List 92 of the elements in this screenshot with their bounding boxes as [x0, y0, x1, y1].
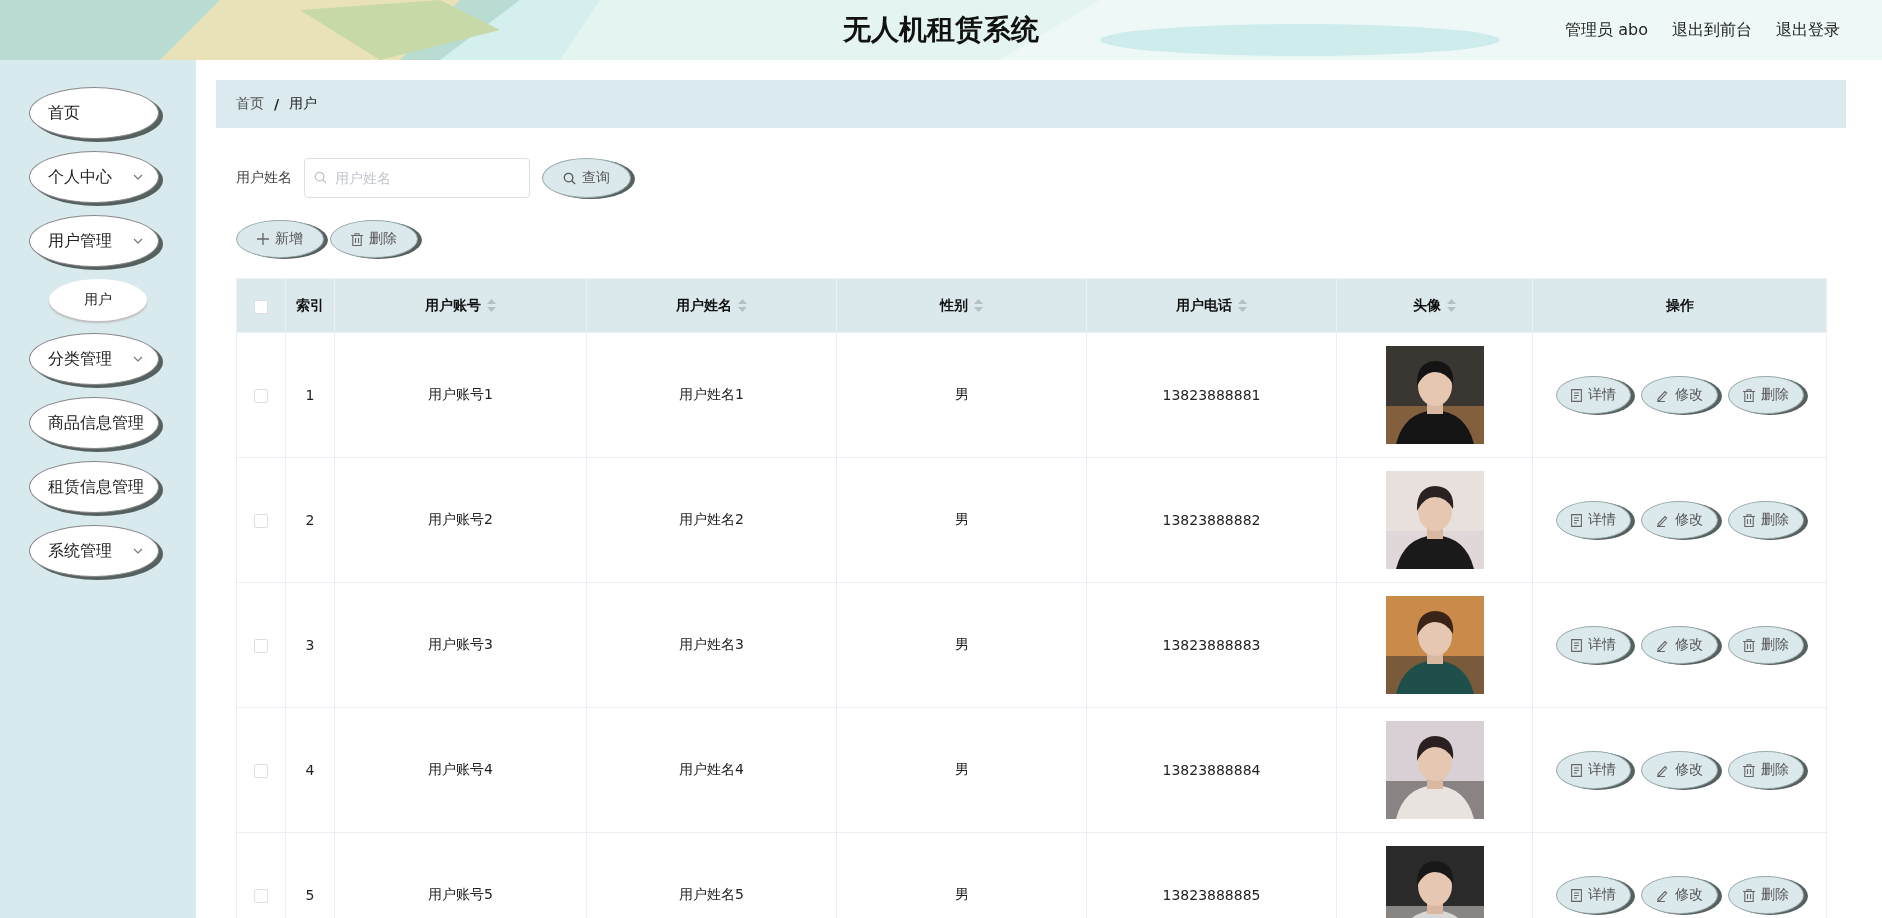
table-cell: 13823888881 — [1086, 332, 1337, 458]
column-header[interactable]: 用户账号 — [334, 278, 587, 333]
table-cell: 13823888884 — [1086, 707, 1337, 833]
sidebar-subitem[interactable]: 用户 — [49, 279, 147, 321]
header-link[interactable]: 退出登录 — [1776, 19, 1840, 41]
trash-icon — [1742, 638, 1755, 652]
column-header[interactable]: 用户姓名 — [586, 278, 837, 333]
pencil-icon — [1655, 888, 1669, 902]
sidebar-item[interactable]: 首页 — [29, 87, 159, 139]
trash-icon — [1742, 513, 1755, 527]
table-cell: 2 — [285, 457, 335, 583]
user-label: 管理员 abo — [1565, 19, 1648, 41]
edit-button[interactable]: 修改 — [1640, 626, 1718, 664]
sidebar-item[interactable]: 租赁信息管理 — [29, 461, 159, 513]
table-cell: 3 — [285, 582, 335, 708]
delete-button[interactable]: 删除 — [1727, 751, 1804, 789]
search-icon — [563, 171, 576, 185]
sort-icon[interactable] — [487, 299, 496, 312]
search-button[interactable]: 查询 — [542, 158, 631, 198]
column-header: 操作 — [1532, 278, 1827, 333]
trash-icon — [1742, 388, 1755, 402]
document-icon — [1570, 888, 1582, 902]
delete-button[interactable]: 删除 — [330, 220, 418, 258]
table-cell: 13823888882 — [1086, 457, 1337, 583]
edit-button[interactable]: 修改 — [1640, 876, 1718, 914]
edit-button[interactable]: 修改 — [1640, 376, 1718, 414]
table-cell: 男 — [836, 332, 1087, 458]
document-icon — [1570, 513, 1582, 527]
checkbox[interactable] — [254, 514, 268, 528]
plus-icon — [257, 233, 269, 245]
checkbox[interactable] — [254, 299, 268, 314]
table-cell: 1 — [285, 332, 335, 458]
sidebar-item[interactable]: 个人中心 — [29, 151, 159, 203]
table-cell: 用户账号3 — [334, 582, 587, 708]
details-button[interactable]: 详情 — [1555, 751, 1631, 789]
breadcrumb-separator: / — [274, 96, 280, 112]
details-button[interactable]: 详情 — [1555, 376, 1631, 414]
sidebar-item[interactable]: 分类管理 — [29, 333, 159, 385]
sidebar-item[interactable]: 商品信息管理 — [29, 397, 159, 449]
breadcrumb-item: 用户 — [289, 95, 318, 113]
table-cell: 用户姓名3 — [586, 582, 837, 708]
sort-icon[interactable] — [1447, 299, 1456, 312]
details-button[interactable]: 详情 — [1555, 501, 1631, 539]
pencil-icon — [1655, 763, 1669, 777]
header-link[interactable]: 退出到前台 — [1672, 19, 1752, 41]
table-cell: 4 — [285, 707, 335, 833]
trash-icon — [351, 232, 363, 246]
delete-button[interactable]: 删除 — [1727, 376, 1804, 414]
edit-button[interactable]: 修改 — [1640, 501, 1718, 539]
search-field[interactable]: 用户姓名 — [304, 158, 530, 198]
pencil-icon — [1655, 513, 1669, 527]
sort-icon[interactable] — [738, 299, 747, 312]
table-cell: 男 — [836, 582, 1087, 708]
pencil-icon — [1655, 388, 1669, 402]
sidebar-item[interactable]: 用户管理 — [29, 215, 159, 267]
details-button[interactable]: 详情 — [1555, 626, 1631, 664]
checkbox[interactable] — [254, 389, 268, 403]
trash-icon — [1742, 888, 1755, 902]
table-cell: 用户账号4 — [334, 707, 587, 833]
sort-icon[interactable] — [1238, 299, 1247, 312]
table-cell: 用户账号1 — [334, 332, 587, 458]
add-button[interactable]: 新增 — [236, 220, 324, 258]
checkbox[interactable] — [254, 764, 268, 778]
table-cell: 13823888883 — [1086, 582, 1337, 708]
table-cell: 用户账号2 — [334, 457, 587, 583]
column-header[interactable]: 性别 — [836, 278, 1087, 333]
field-label: 用户姓名 — [236, 169, 292, 187]
pencil-icon — [1655, 638, 1669, 652]
column-header[interactable]: 头像 — [1336, 278, 1533, 333]
column-header: 索引 — [285, 278, 335, 333]
delete-button[interactable]: 删除 — [1727, 501, 1804, 539]
sort-icon[interactable] — [974, 299, 983, 312]
sidebar-item[interactable]: 系统管理 — [29, 525, 159, 577]
checkbox[interactable] — [254, 889, 268, 903]
edit-button[interactable]: 修改 — [1640, 751, 1718, 789]
table-cell: 用户姓名4 — [586, 707, 837, 833]
table-cell: 男 — [836, 707, 1087, 833]
search-icon — [314, 171, 327, 184]
table-cell: 用户姓名1 — [586, 332, 837, 458]
checkbox[interactable] — [254, 639, 268, 653]
details-button[interactable]: 详情 — [1555, 876, 1631, 914]
column-header[interactable]: 用户电话 — [1086, 278, 1337, 333]
table-cell: 用户姓名2 — [586, 457, 837, 583]
breadcrumb-item[interactable]: 首页 — [236, 95, 264, 113]
document-icon — [1570, 638, 1582, 652]
document-icon — [1570, 763, 1582, 777]
delete-button[interactable]: 删除 — [1727, 626, 1804, 664]
document-icon — [1570, 388, 1582, 402]
app-title: 无人机租赁系统 — [843, 12, 1039, 48]
trash-icon — [1742, 763, 1755, 777]
table-cell: 男 — [836, 457, 1087, 583]
delete-button[interactable]: 删除 — [1727, 876, 1804, 914]
